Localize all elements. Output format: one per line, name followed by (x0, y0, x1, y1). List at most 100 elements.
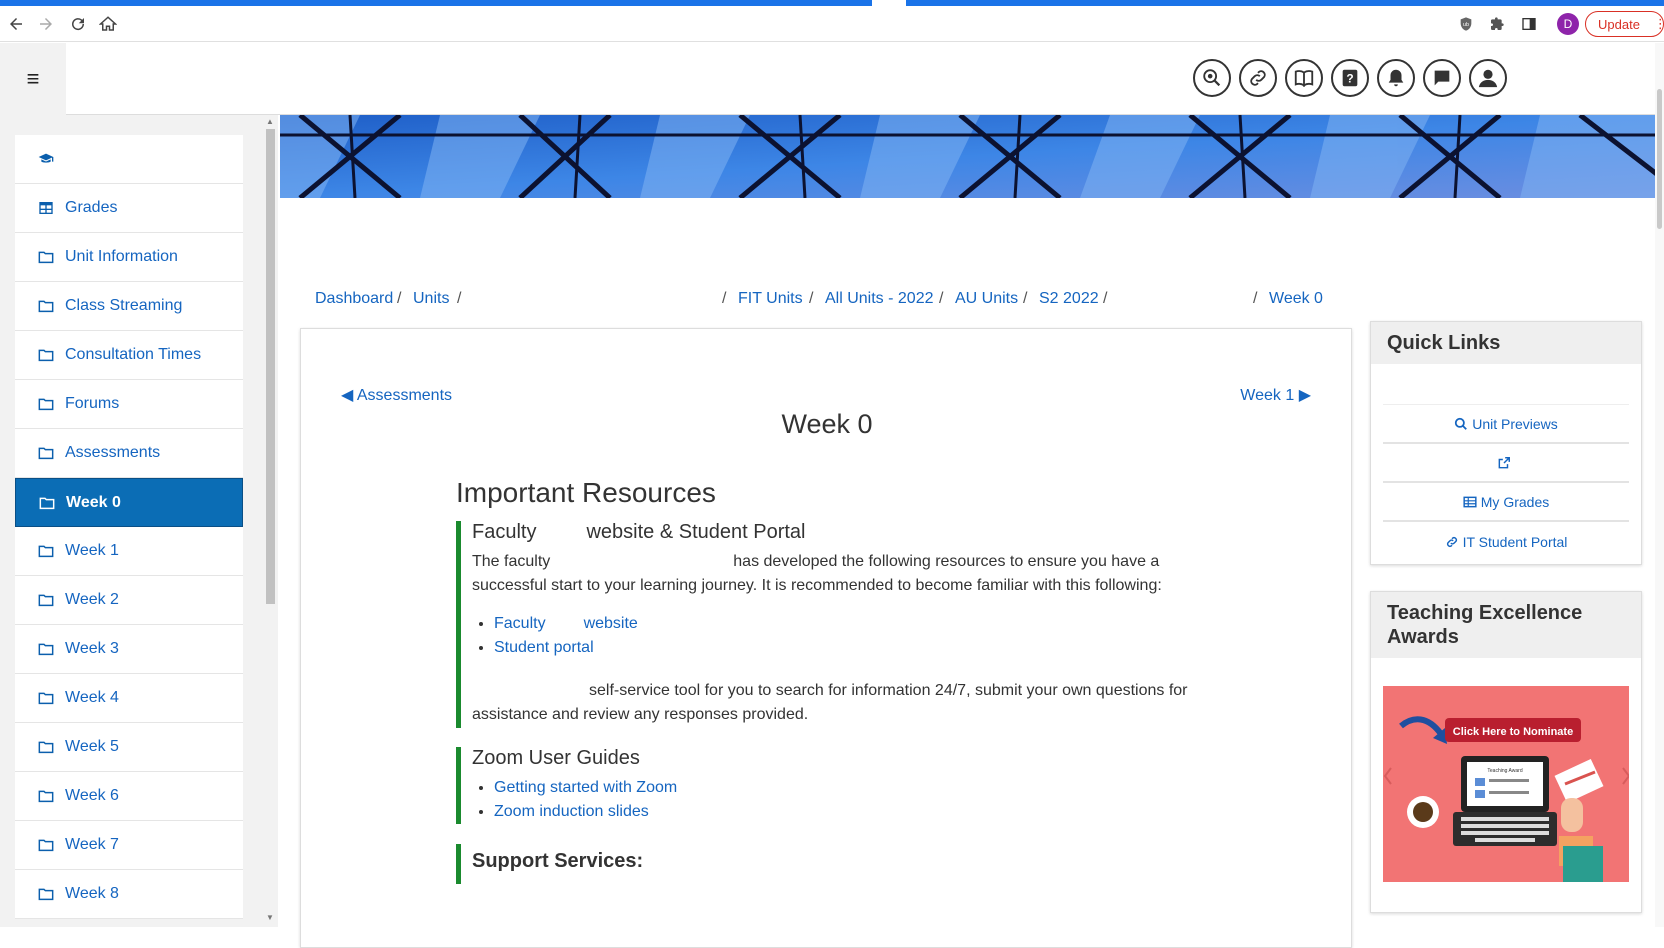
sidebar-item-forums[interactable]: Forums (15, 380, 243, 429)
breadcrumb-units[interactable]: Units (413, 290, 449, 307)
profile-avatar[interactable]: D (1557, 13, 1579, 35)
sidebar-item-label: Week 1 (65, 542, 119, 559)
next-section-link[interactable]: Week 1 ▶ (1240, 385, 1311, 405)
zoom-heading: Zoom User Guides (472, 747, 640, 769)
teaching-awards-panel: Teaching Excellence Awards Click Here to… (1370, 591, 1642, 913)
sidebar-item-label: Assessments (65, 444, 161, 461)
scroll-down-arrow-icon[interactable]: ▼ (266, 913, 274, 922)
list-item: Getting started with Zoom (494, 776, 1216, 800)
main-content-card: ◀ Assessments Week 1 ▶ Week 0 Important … (300, 328, 1352, 948)
folder-icon (37, 690, 55, 706)
awards-heading-line: Awards (1387, 626, 1459, 648)
svg-text:ub: ub (1463, 22, 1469, 28)
breadcrumb-fit-units[interactable]: FIT Units (738, 290, 803, 307)
quick-links-spacer (1383, 364, 1629, 405)
breadcrumb-all-units[interactable]: All Units - 2022 (825, 290, 934, 307)
back-arrow-icon[interactable] (4, 12, 28, 36)
faculty-resources-section: Faculty website & Student Portal The facu… (456, 521, 1216, 660)
breadcrumb-s2-2022[interactable]: S2 2022 (1039, 290, 1099, 307)
page-scroll-thumb[interactable] (1657, 89, 1662, 229)
update-button[interactable]: Update ⋮ (1585, 11, 1664, 37)
folder-icon (37, 298, 55, 314)
support-services-section: Support Services: (456, 844, 1216, 884)
sidebar-item-label: Unit Information (65, 248, 178, 265)
course-banner-image (280, 115, 1658, 198)
faculty-text: The faculty (472, 553, 551, 570)
faculty-website-link[interactable]: Faculty website (494, 615, 638, 632)
teaching-awards-heading: Teaching Excellence Awards (1371, 592, 1641, 658)
sidebar-item-week-2[interactable]: Week 2 (15, 576, 243, 625)
sidebar-item-label: Week 0 (66, 493, 121, 511)
sidebar-scroll-thumb[interactable] (266, 129, 275, 604)
sidebar-item-consultation-times[interactable]: Consultation Times (15, 331, 243, 380)
external-quick-link[interactable] (1383, 444, 1629, 483)
list-item: Faculty website (494, 612, 1216, 636)
nominate-award-banner[interactable]: Click Here to Nominate Teaching Award (1383, 686, 1629, 882)
folder-icon (37, 249, 55, 265)
breadcrumb-au-units[interactable]: AU Units (955, 290, 1018, 307)
sidebar-item-label: Week 3 (65, 640, 119, 657)
important-resources-heading: Important Resources (456, 477, 716, 508)
scroll-up-arrow-icon[interactable]: ▲ (266, 117, 274, 126)
sidebar-item-label: Class Streaming (65, 297, 183, 314)
sidebar-item-week-0[interactable]: Week 0 (15, 478, 243, 527)
list-item: Zoom induction slides (494, 800, 1216, 824)
folder-icon (37, 543, 55, 559)
sidebar-item-week-3[interactable]: Week 3 (15, 625, 243, 674)
more-vert-icon: ⋮ (1653, 16, 1664, 31)
quick-link-label: IT Student Portal (1462, 533, 1568, 550)
help-icon[interactable]: ? (1331, 59, 1369, 97)
self-service-section: self-service tool for you to search for … (456, 651, 1216, 728)
home-icon[interactable] (96, 12, 120, 36)
course-sidebar: Grades Unit Information Class Streaming Con… (0, 115, 278, 927)
shield-extension-icon[interactable]: ub (1456, 14, 1476, 34)
zoom-induction-slides-link[interactable]: Zoom induction slides (494, 803, 649, 820)
sidebar-item-grades[interactable]: Grades (15, 184, 243, 233)
sidebar-item-week-1[interactable]: Week 1 (15, 527, 243, 576)
search-icon (1455, 417, 1468, 430)
external-link-icon (1498, 456, 1510, 468)
user-icon[interactable] (1469, 59, 1507, 97)
sidebar-item-week-7[interactable]: Week 7 (15, 821, 243, 870)
previous-section-link[interactable]: ◀ Assessments (341, 385, 452, 405)
unit-previews-link[interactable]: Unit Previews (1383, 405, 1629, 444)
sidebar-item-course-home[interactable] (15, 135, 243, 184)
sidebar-item-week-6[interactable]: Week 6 (15, 772, 243, 821)
breadcrumb-dashboard[interactable]: Dashboard (315, 290, 393, 307)
link-text: website (583, 615, 638, 632)
sidebar-item-label: Week 4 (65, 689, 119, 706)
getting-started-zoom-link[interactable]: Getting started with Zoom (494, 779, 677, 796)
reload-icon[interactable] (66, 12, 90, 36)
library-icon[interactable] (1285, 59, 1323, 97)
sidebar-item-class-streaming[interactable]: Class Streaming (15, 282, 243, 331)
zoom-links-list: Getting started with Zoom Zoom induction… (494, 776, 1216, 824)
sidebar-item-unit-information[interactable]: Unit Information (15, 233, 243, 282)
side-panel-icon[interactable] (1519, 14, 1539, 34)
puzzle-extensions-icon[interactable] (1487, 14, 1507, 34)
it-student-portal-link[interactable]: IT Student Portal (1383, 522, 1629, 561)
breadcrumb-separator: / (397, 290, 402, 307)
my-grades-link[interactable]: My Grades (1383, 483, 1629, 522)
accessibility-icon[interactable] (1193, 59, 1231, 97)
folder-icon (37, 739, 55, 755)
page-scrollbar[interactable] (1655, 43, 1664, 927)
sidebar-item-label: Consultation Times (65, 346, 202, 363)
sidebar-item-assessments[interactable]: Assessments (15, 429, 243, 478)
hamburger-icon[interactable]: ≡ (0, 43, 66, 115)
folder-icon (37, 886, 55, 902)
bell-icon[interactable] (1377, 59, 1415, 97)
forward-arrow-icon[interactable] (34, 12, 58, 36)
breadcrumb-current-week[interactable]: Week 0 (1269, 290, 1323, 307)
chat-icon[interactable] (1423, 59, 1461, 97)
quick-links-heading: Quick Links (1371, 322, 1641, 364)
sidebar-scrollbar[interactable]: ▲ ▼ (263, 115, 278, 927)
sidebar-item-week-5[interactable]: Week 5 (15, 723, 243, 772)
link-icon[interactable] (1239, 59, 1277, 97)
quick-link-label: Unit Previews (1472, 415, 1558, 432)
breadcrumb: Dashboard / Units / / FIT Units / All Un… (315, 290, 1355, 312)
breadcrumb-separator: / (457, 290, 462, 307)
sidebar-item-week-8[interactable]: Week 8 (15, 870, 243, 919)
sidebar-item-week-4[interactable]: Week 4 (15, 674, 243, 723)
sidebar-item-label: Week 6 (65, 787, 119, 804)
svg-text:?: ? (1346, 72, 1353, 86)
